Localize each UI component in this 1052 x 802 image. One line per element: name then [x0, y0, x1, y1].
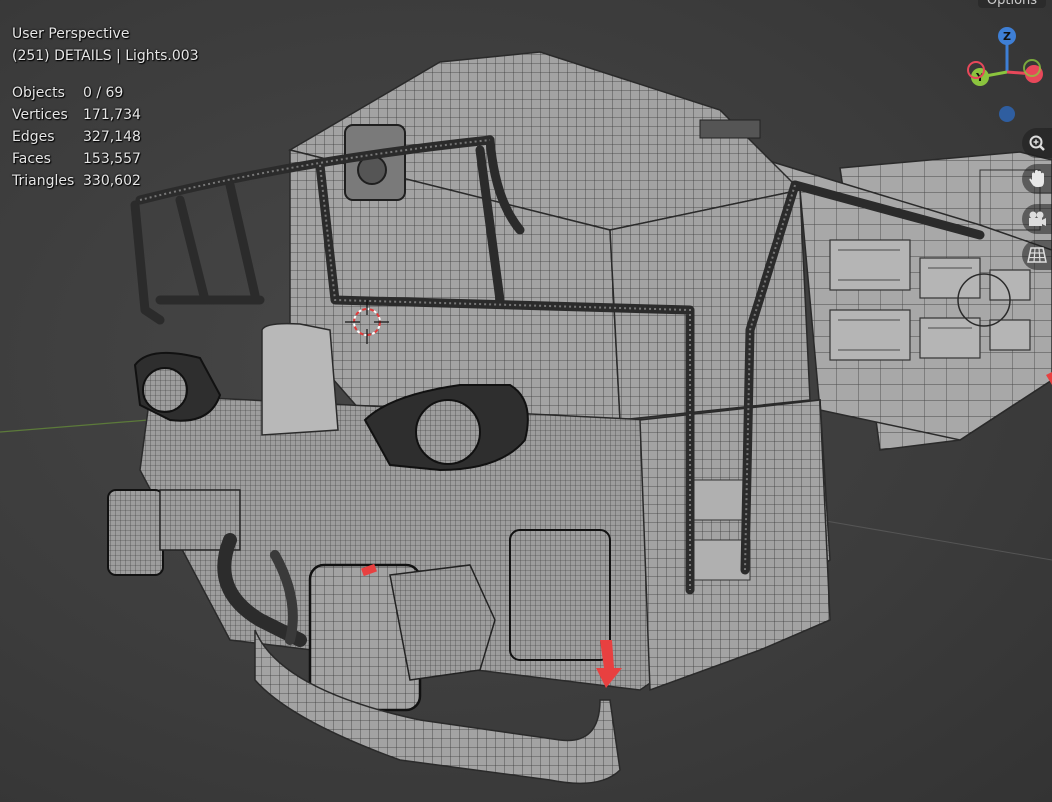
- stat-value: 0 / 69: [83, 85, 124, 101]
- stat-row: Faces 153,557: [12, 150, 141, 172]
- stat-value: 171,734: [83, 107, 141, 123]
- stat-label: Faces: [12, 151, 51, 167]
- stat-row: Objects 0 / 69: [12, 84, 141, 106]
- stat-label: Vertices: [12, 107, 68, 123]
- stat-label: Objects: [12, 85, 65, 101]
- stat-label: Edges: [12, 129, 55, 145]
- pan-button[interactable]: [1022, 164, 1052, 194]
- stat-row: Edges 327,148: [12, 128, 141, 150]
- zoom-icon: [1029, 135, 1045, 151]
- stat-value: 330,602: [83, 173, 141, 189]
- active-object-label: (251) DETAILS | Lights.003: [12, 48, 199, 64]
- viewport-title: User Perspective: [12, 26, 130, 42]
- hand-pan-icon: [1029, 170, 1044, 187]
- train-wireframe-mesh[interactable]: [0, 0, 1052, 802]
- grid-icon: [1027, 247, 1047, 263]
- seat: [261, 322, 339, 436]
- side-box: [509, 529, 611, 661]
- stat-row: Vertices 171,734: [12, 106, 141, 128]
- stat-value: 153,557: [83, 151, 141, 167]
- neg-z-axis-handle: [999, 106, 1015, 122]
- ortho-toggle-button[interactable]: [1022, 240, 1052, 270]
- 3d-viewport[interactable]: User Perspective (251) DETAILS | Lights.…: [0, 0, 1052, 802]
- camera-view-button[interactable]: [1022, 204, 1052, 234]
- stat-value: 327,148: [83, 129, 141, 145]
- navigation-gizmo[interactable]: Z Y: [962, 22, 1052, 122]
- options-button[interactable]: Options: [978, 0, 1046, 8]
- camera-icon: [1029, 211, 1046, 226]
- zoom-button[interactable]: [1022, 128, 1052, 158]
- right-buffer: [308, 563, 496, 712]
- z-axis-label: Z: [1003, 30, 1011, 43]
- scene-statistics: Objects 0 / 69 Vertices 171,734 Edges 327,1…: [12, 84, 141, 194]
- stat-row: Triangles 330,602: [12, 172, 141, 194]
- stat-label: Triangles: [12, 173, 75, 189]
